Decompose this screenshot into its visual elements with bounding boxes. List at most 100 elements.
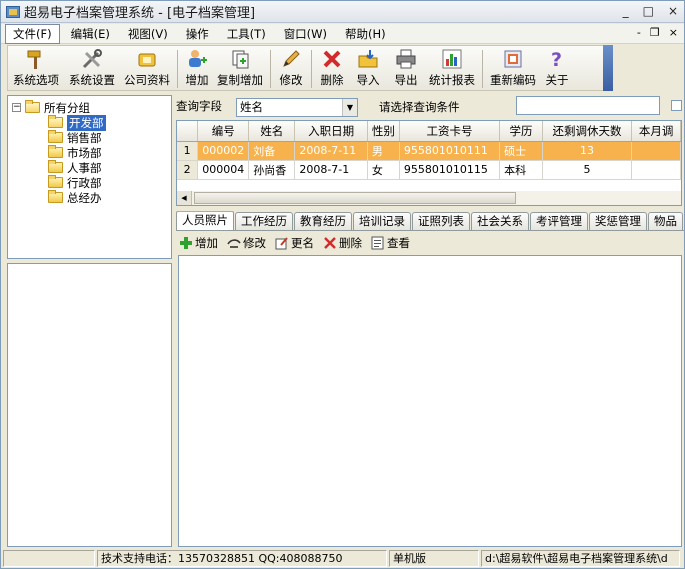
- close-button[interactable]: ×: [668, 4, 678, 18]
- menu-tools[interactable]: 工具(T): [220, 25, 273, 43]
- cell-name[interactable]: 刘备: [248, 141, 296, 161]
- collapse-icon[interactable]: −: [12, 103, 21, 112]
- delete-button[interactable]: 删除: [315, 46, 349, 88]
- cell-hire-date[interactable]: 2008-7-11: [294, 141, 368, 161]
- tree-node-admin[interactable]: 行政部: [48, 175, 102, 190]
- chevron-down-icon[interactable]: ▼: [342, 99, 357, 116]
- menu-help[interactable]: 帮助(H): [338, 25, 393, 43]
- toolbar-label: 复制增加: [217, 73, 263, 87]
- mdi-restore-button[interactable]: ❐: [650, 26, 660, 39]
- cell-month-adjust[interactable]: [631, 160, 681, 180]
- main-window: 超易电子档案管理系统 - [电子档案管理] _ □ × 文件(F) 编辑(E) …: [0, 0, 685, 569]
- cell-leave-days[interactable]: 5: [542, 160, 633, 180]
- import-button[interactable]: 导入: [349, 46, 387, 88]
- tab-certificates[interactable]: 证照列表: [412, 212, 470, 230]
- delete-x-icon: [323, 50, 341, 68]
- cell-education[interactable]: 本科: [499, 160, 543, 180]
- tree-root-node[interactable]: − 所有分组: [12, 100, 90, 115]
- query-field-select[interactable]: 姓名 ▼: [236, 98, 358, 117]
- table-row[interactable]: 1 000002 刘备 2008-7-11 男 955801010111 硕士 …: [177, 141, 681, 161]
- tab-photos[interactable]: 人员照片: [176, 211, 234, 230]
- recode-button[interactable]: 重新编码: [486, 46, 540, 88]
- mdi-close-button[interactable]: ×: [669, 26, 678, 39]
- photo-rename-button[interactable]: 更名: [275, 235, 314, 251]
- column-header[interactable]: 编号: [197, 121, 250, 142]
- svg-text:?: ?: [551, 49, 562, 70]
- menu-bar: 文件(F) 编辑(E) 视图(V) 操作 工具(T) 窗口(W) 帮助(H) -…: [1, 23, 684, 44]
- toolbar-separator: [177, 50, 178, 88]
- tree-node-marketing[interactable]: 市场部: [48, 145, 102, 160]
- tree-node-dev[interactable]: 开发部: [48, 114, 106, 131]
- tree-node-gm-office[interactable]: 总经办: [48, 190, 102, 205]
- tab-relations[interactable]: 社会关系: [471, 212, 529, 230]
- copy-add-icon: [232, 50, 249, 69]
- tab-evaluation[interactable]: 考评管理: [530, 212, 588, 230]
- cell-gender[interactable]: 男: [367, 141, 400, 161]
- column-header[interactable]: 性别: [367, 121, 400, 142]
- cell-gender[interactable]: 女: [367, 160, 400, 180]
- column-header[interactable]: 入职日期: [294, 121, 368, 142]
- cell-id[interactable]: 000002: [197, 141, 250, 161]
- detail-tabs: 人员照片 工作经历 教育经历 培训记录 证照列表 社会关系 考评管理 奖惩管理 …: [176, 211, 684, 231]
- query-bar: 查询字段 姓名 ▼ 请选择查询条件: [174, 95, 684, 117]
- photo-view-button[interactable]: 查看: [371, 235, 410, 251]
- tree-node-sales[interactable]: 销售部: [48, 130, 102, 145]
- mdi-minimize-button[interactable]: -: [637, 26, 641, 39]
- cell-hire-date[interactable]: 2008-7-1: [294, 160, 368, 180]
- cell-leave-days[interactable]: 13: [542, 141, 633, 161]
- tree-node-hr[interactable]: 人事部: [48, 160, 102, 175]
- table-row[interactable]: 2 000004 孙尚香 2008-7-1 女 955801010115 本科 …: [177, 160, 681, 180]
- column-header[interactable]: 还剩调休天数: [542, 121, 633, 142]
- cell-salary-card[interactable]: 955801010115: [399, 160, 501, 180]
- tab-work-history[interactable]: 工作经历: [235, 212, 293, 230]
- grid-horizontal-scrollbar[interactable]: ◀: [176, 191, 682, 206]
- toolbar-overflow-chevron[interactable]: [603, 45, 613, 91]
- column-header[interactable]: 工资卡号: [399, 121, 501, 142]
- toolbar-separator: [311, 50, 312, 88]
- menu-window[interactable]: 窗口(W): [277, 25, 334, 43]
- minimize-button[interactable]: _: [623, 4, 629, 18]
- photo-delete-button[interactable]: 删除: [323, 235, 362, 251]
- export-button[interactable]: 导出: [387, 46, 425, 88]
- rename-icon: [275, 237, 288, 250]
- about-button[interactable]: ? 关于: [540, 46, 574, 88]
- cell-name[interactable]: 孙尚香: [248, 160, 296, 180]
- column-header[interactable]: 本月调: [631, 121, 681, 142]
- query-condition-input[interactable]: [516, 96, 660, 115]
- tab-items[interactable]: 物品: [648, 212, 683, 230]
- cell-id[interactable]: 000004: [197, 160, 250, 180]
- tree-node-label: 销售部: [67, 130, 102, 145]
- cell-month-adjust[interactable]: [631, 141, 681, 161]
- system-options-button[interactable]: 系统选项: [8, 46, 64, 88]
- column-header[interactable]: 姓名: [248, 121, 296, 142]
- system-settings-button[interactable]: 系统设置: [64, 46, 120, 88]
- tools-icon: [82, 49, 102, 69]
- tab-rewards[interactable]: 奖惩管理: [589, 212, 647, 230]
- query-checkbox[interactable]: [671, 100, 682, 111]
- edit-button[interactable]: 修改: [274, 46, 308, 88]
- menu-operation[interactable]: 操作: [179, 25, 216, 43]
- tab-training[interactable]: 培训记录: [353, 212, 411, 230]
- tab-education[interactable]: 教育经历: [294, 212, 352, 230]
- cell-education[interactable]: 硕士: [499, 141, 543, 161]
- scroll-left-icon[interactable]: ◀: [177, 191, 192, 205]
- statistics-report-button[interactable]: 统计报表: [425, 46, 479, 88]
- add-button[interactable]: 增加: [181, 46, 213, 88]
- photo-add-button[interactable]: 增加: [179, 235, 218, 251]
- menu-edit[interactable]: 编辑(E): [64, 25, 117, 43]
- copy-add-button[interactable]: 复制增加: [213, 46, 267, 88]
- query-field-value: 姓名: [240, 100, 263, 114]
- cell-salary-card[interactable]: 955801010111: [399, 141, 501, 161]
- company-info-button[interactable]: 公司资料: [120, 46, 174, 88]
- edit-icon: [227, 239, 241, 248]
- menu-view[interactable]: 视图(V): [121, 25, 175, 43]
- status-edition: 单机版: [389, 550, 479, 567]
- maximize-button[interactable]: □: [643, 4, 654, 18]
- toolbar-label: 系统选项: [13, 73, 59, 87]
- scroll-thumb[interactable]: [194, 192, 516, 204]
- photo-edit-button[interactable]: 修改: [227, 235, 266, 251]
- tree-node-label: 行政部: [67, 175, 102, 190]
- menu-file[interactable]: 文件(F): [5, 23, 60, 44]
- column-header[interactable]: 学历: [499, 121, 543, 142]
- main-toolbar: 系统选项 系统设置 公司资料 增加 复制增加 修改 删除 导入 导出 统计报表 …: [7, 45, 613, 91]
